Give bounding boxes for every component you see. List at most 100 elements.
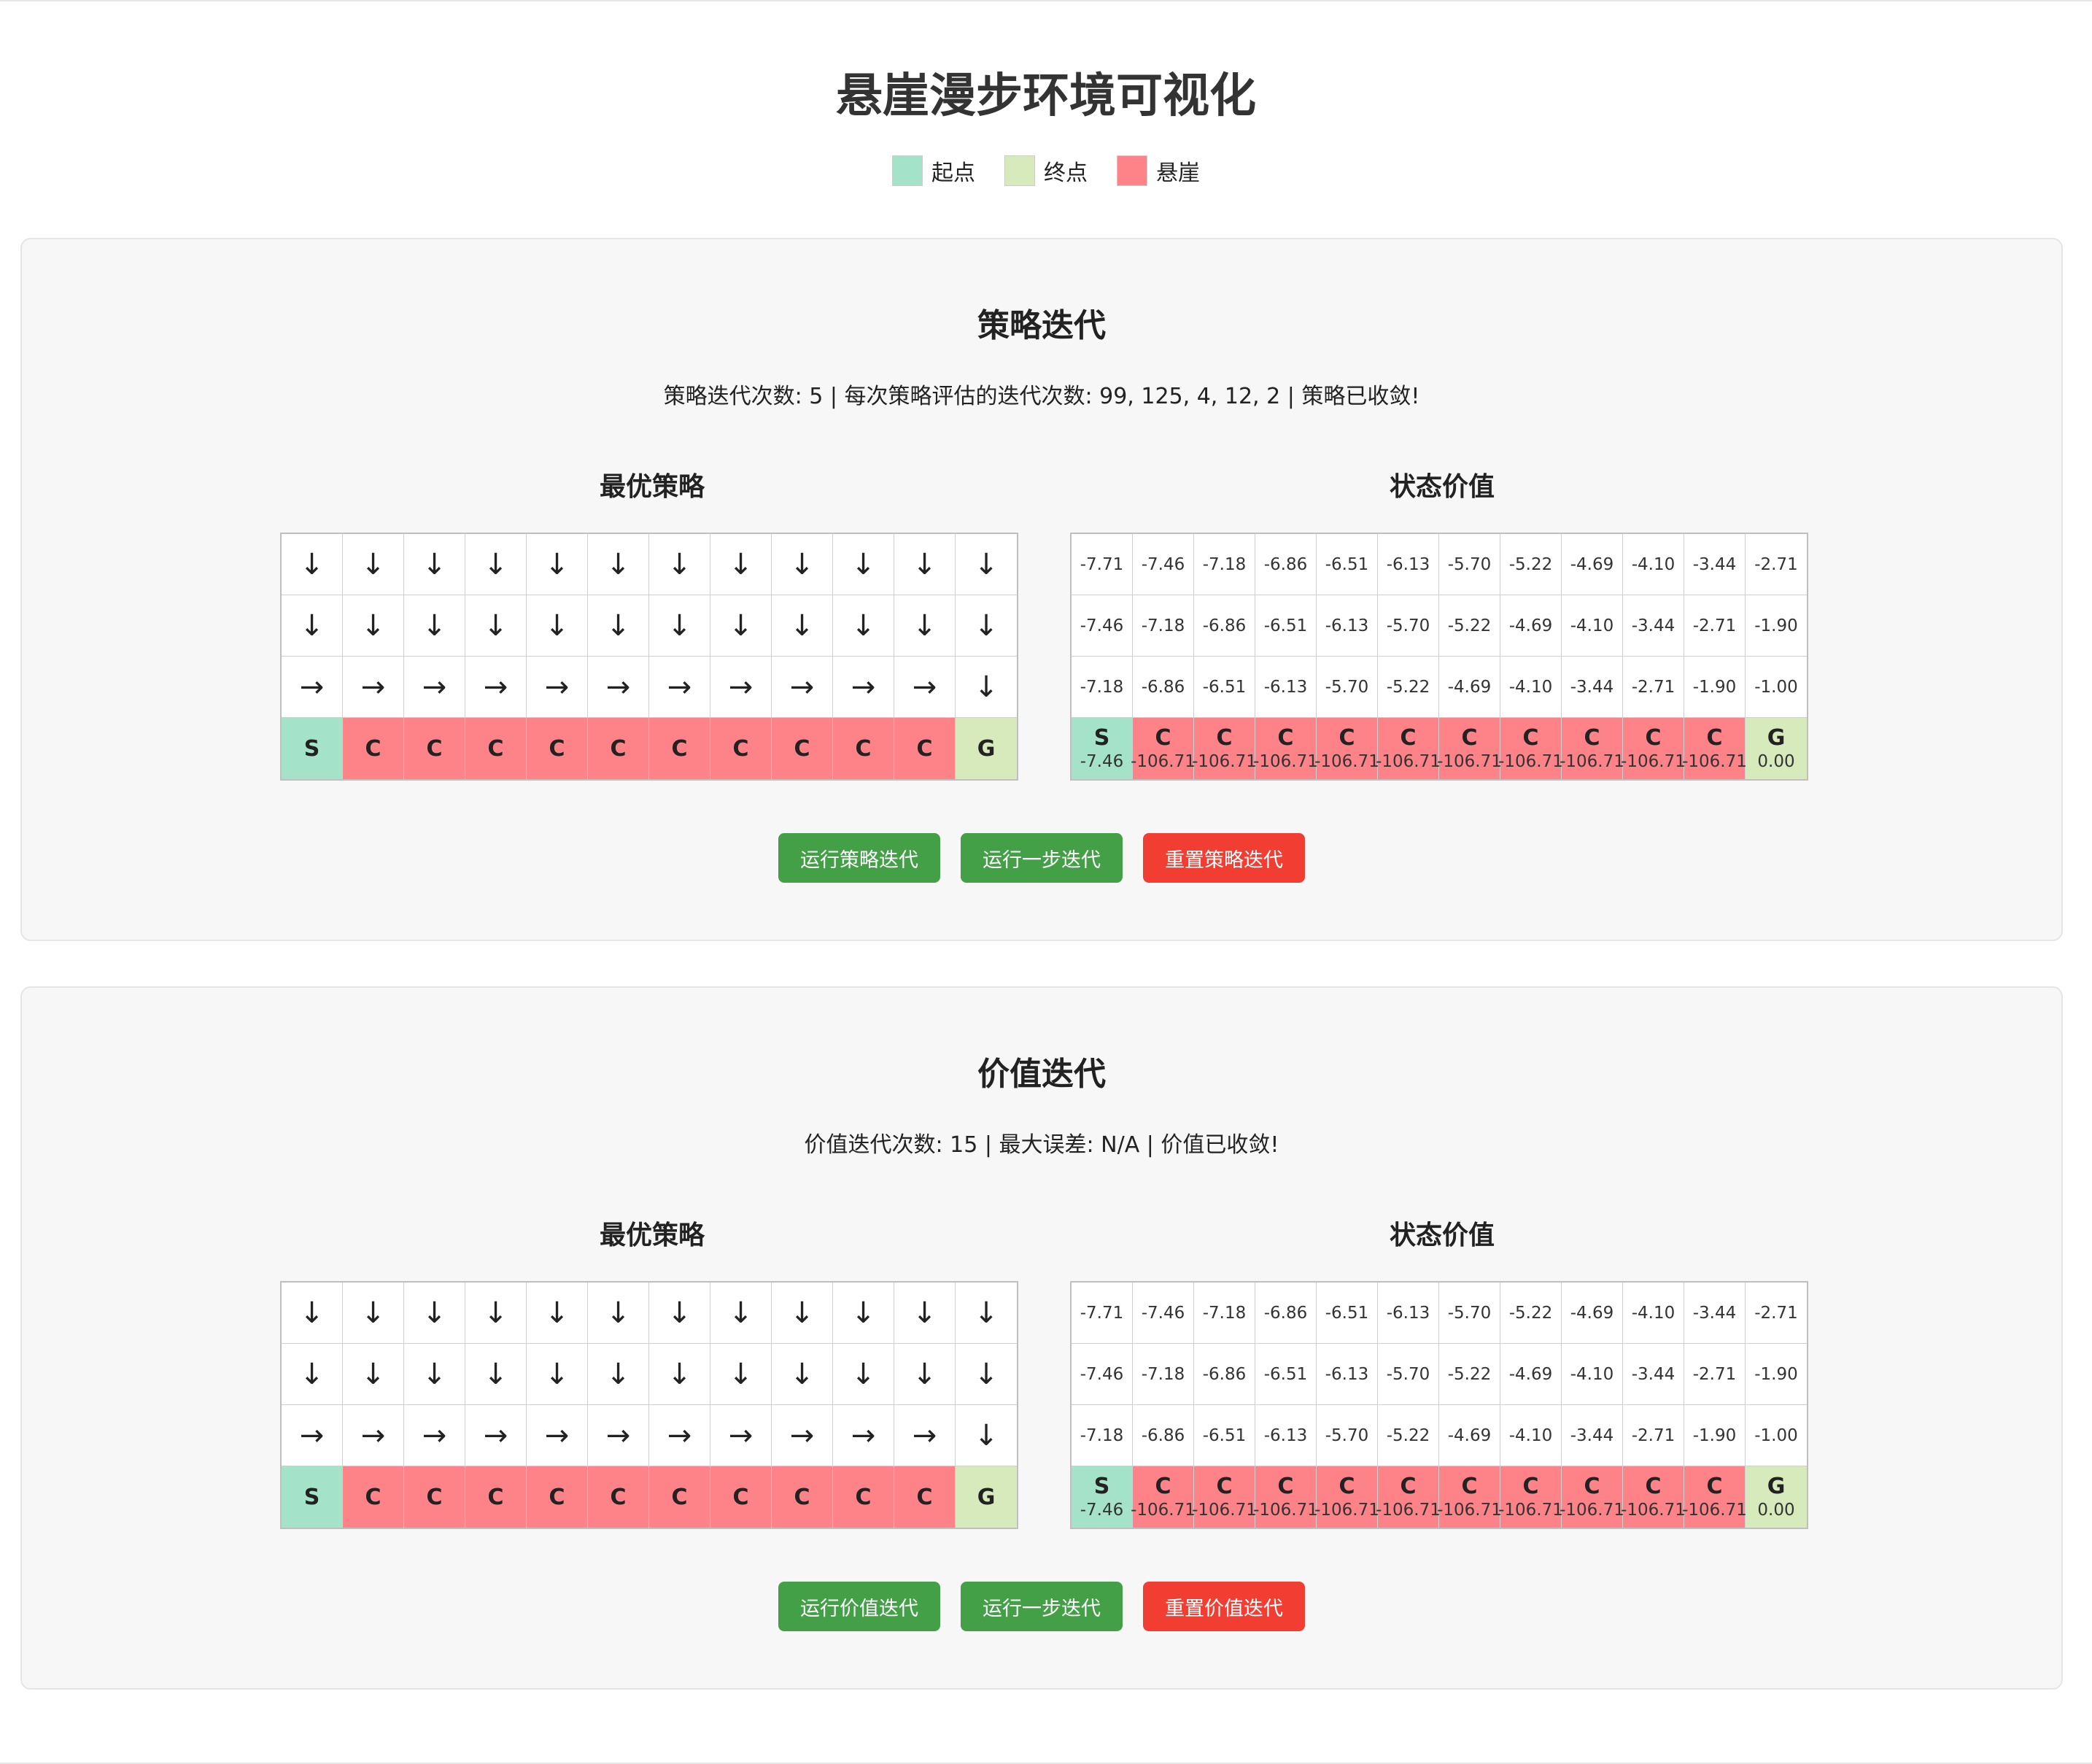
cell-value: -7.46 <box>1141 1303 1185 1323</box>
policy-arrow-cell: ↓ <box>833 595 894 657</box>
policy-cell-text: ↓ <box>728 547 753 581</box>
policy-arrow-cell: ↓ <box>710 534 772 595</box>
run-value-iteration-button[interactable]: 运行价值迭代 <box>778 1582 940 1631</box>
cell-value: 0.00 <box>1757 1501 1795 1520</box>
policy-cell-text: → <box>667 670 692 704</box>
policy-arrow-cell: ↓ <box>956 1283 1017 1344</box>
state-value-cell: -5.70 <box>1378 595 1439 657</box>
cell-label: C <box>1155 725 1171 751</box>
policy-cell-text: ↓ <box>851 608 876 643</box>
grid-cell-cliff: C -106.71 <box>1314 1466 1379 1528</box>
cell-label: C <box>1584 1474 1600 1499</box>
step-iteration-button[interactable]: 运行一步迭代 <box>961 833 1123 883</box>
state-value-cell: -4.69 <box>1500 1344 1562 1405</box>
policy-cell-text: C <box>916 1484 933 1510</box>
policy-arrow-cell: → <box>772 657 833 718</box>
policy-cell-text: → <box>605 670 631 704</box>
state-value-cell: -4.69 <box>1439 1405 1500 1466</box>
grid-cell-cliff: C <box>465 1466 527 1528</box>
policy-arrow-cell: ↓ <box>343 595 404 657</box>
cell-value: -4.69 <box>1508 616 1553 635</box>
policy-arrow-cell: ↓ <box>282 1283 343 1344</box>
policy-subtitle: 最优策略 <box>599 472 705 502</box>
state-value-cell: -4.69 <box>1562 1283 1623 1344</box>
policy-cell-text: ↓ <box>299 608 325 643</box>
policy-cell-text: ↓ <box>360 1357 386 1391</box>
state-value-cell: -6.13 <box>1378 534 1439 595</box>
policy-cell-text: → <box>422 670 447 704</box>
cell-label: C <box>1522 1474 1539 1499</box>
cell-label: C <box>1400 725 1417 751</box>
cell-value: -6.51 <box>1325 554 1369 574</box>
state-value-cell: -3.44 <box>1623 595 1684 657</box>
cell-value: -6.86 <box>1141 1425 1185 1445</box>
policy-cell-text: → <box>789 1418 815 1452</box>
policy-cell-text: → <box>360 1418 386 1452</box>
policy-arrow-cell: ↓ <box>710 595 772 657</box>
policy-cell-text: ↓ <box>728 1296 753 1330</box>
policy-cell-text: C <box>549 1484 565 1510</box>
grid-cell-cliff: C -106.71 <box>1253 718 1318 779</box>
policy-arrow-cell: ↓ <box>710 1344 772 1405</box>
state-value-cell: -3.44 <box>1684 534 1746 595</box>
policy-cell-text: C <box>610 1484 627 1510</box>
policy-cell-text: C <box>365 1484 381 1510</box>
cell-value: -3.44 <box>1692 1303 1737 1323</box>
policy-arrow-cell: ↓ <box>833 534 894 595</box>
policy-cell-text: → <box>789 670 815 704</box>
grid-cell-cliff: C -106.71 <box>1560 1466 1624 1528</box>
cell-value: -106.71 <box>1682 752 1747 771</box>
cell-value: -7.46 <box>1141 554 1185 574</box>
reset-value-iteration-button[interactable]: 重置价值迭代 <box>1143 1582 1305 1631</box>
policy-cell-text: → <box>483 1418 508 1452</box>
policy-cell-text: C <box>487 1484 504 1510</box>
state-value-cell: -7.18 <box>1072 657 1133 718</box>
state-value-cell: -6.13 <box>1378 1283 1439 1344</box>
cell-value: -6.51 <box>1263 1364 1308 1384</box>
grid-cell-cliff: C <box>772 1466 833 1528</box>
state-value-cell: -6.86 <box>1255 534 1317 595</box>
value-grid: -7.71 -7.46 -7.18 -6.86 -6.51 -6.13 -5.70 -5.22… <box>1070 533 1808 781</box>
cell-value: -6.13 <box>1263 1425 1308 1445</box>
reset-policy-iteration-button[interactable]: 重置策略迭代 <box>1143 833 1305 883</box>
step-iteration-button[interactable]: 运行一步迭代 <box>961 1582 1123 1631</box>
state-value-cell: -7.46 <box>1072 1344 1133 1405</box>
state-value-cell: -4.69 <box>1562 534 1623 595</box>
cell-value: -5.70 <box>1447 1303 1492 1323</box>
policy-cell-text: C <box>487 735 504 762</box>
policy-cell-text: ↓ <box>851 547 876 581</box>
policy-cell-text: C <box>549 735 565 762</box>
state-value-cell: -6.86 <box>1194 1344 1255 1405</box>
policy-cell-text: → <box>544 670 570 704</box>
cell-value: -4.69 <box>1447 1425 1492 1445</box>
state-value-cell: -6.86 <box>1133 657 1194 718</box>
run-policy-iteration-button[interactable]: 运行策略迭代 <box>778 833 940 883</box>
cell-value: -7.46 <box>1080 752 1124 771</box>
policy-cell-text: → <box>851 670 876 704</box>
cell-label: C <box>1461 725 1478 751</box>
legend-label-start: 起点 <box>931 160 975 186</box>
cell-value: -1.90 <box>1754 616 1798 635</box>
cell-label: S <box>1093 725 1110 751</box>
policy-arrow-cell: ↓ <box>527 1344 588 1405</box>
policy-cell-text: C <box>794 1484 810 1510</box>
state-value-cell: -2.71 <box>1623 657 1684 718</box>
cell-value: -106.71 <box>1498 1501 1563 1520</box>
policy-cell-text: ↓ <box>360 608 386 643</box>
policy-cell-text: ↓ <box>605 1357 631 1391</box>
values-subtitle: 状态价值 <box>1389 472 1495 502</box>
cell-label: C <box>1522 725 1539 751</box>
policy-cell-text: C <box>671 1484 688 1510</box>
policy-arrow-cell: ↓ <box>956 534 1017 595</box>
policy-arrow-cell: → <box>282 1405 343 1466</box>
grid-cell-cliff: C -106.71 <box>1376 1466 1441 1528</box>
policy-arrow-cell: ↓ <box>282 1344 343 1405</box>
value-iteration-panel: 价值迭代 价值迭代次数: 15 | 最大误差: N/A | 价值已收敛! 最优策… <box>20 986 2063 1690</box>
policy-cell-text: ↓ <box>912 1357 937 1391</box>
policy-cell-text: G <box>977 735 996 762</box>
policy-cell-text: ↓ <box>422 1296 447 1330</box>
cell-value: -6.13 <box>1386 1303 1430 1323</box>
state-value-cell: -6.86 <box>1133 1405 1194 1466</box>
cell-value: -3.44 <box>1570 1425 1614 1445</box>
cell-label: C <box>1339 1474 1355 1499</box>
